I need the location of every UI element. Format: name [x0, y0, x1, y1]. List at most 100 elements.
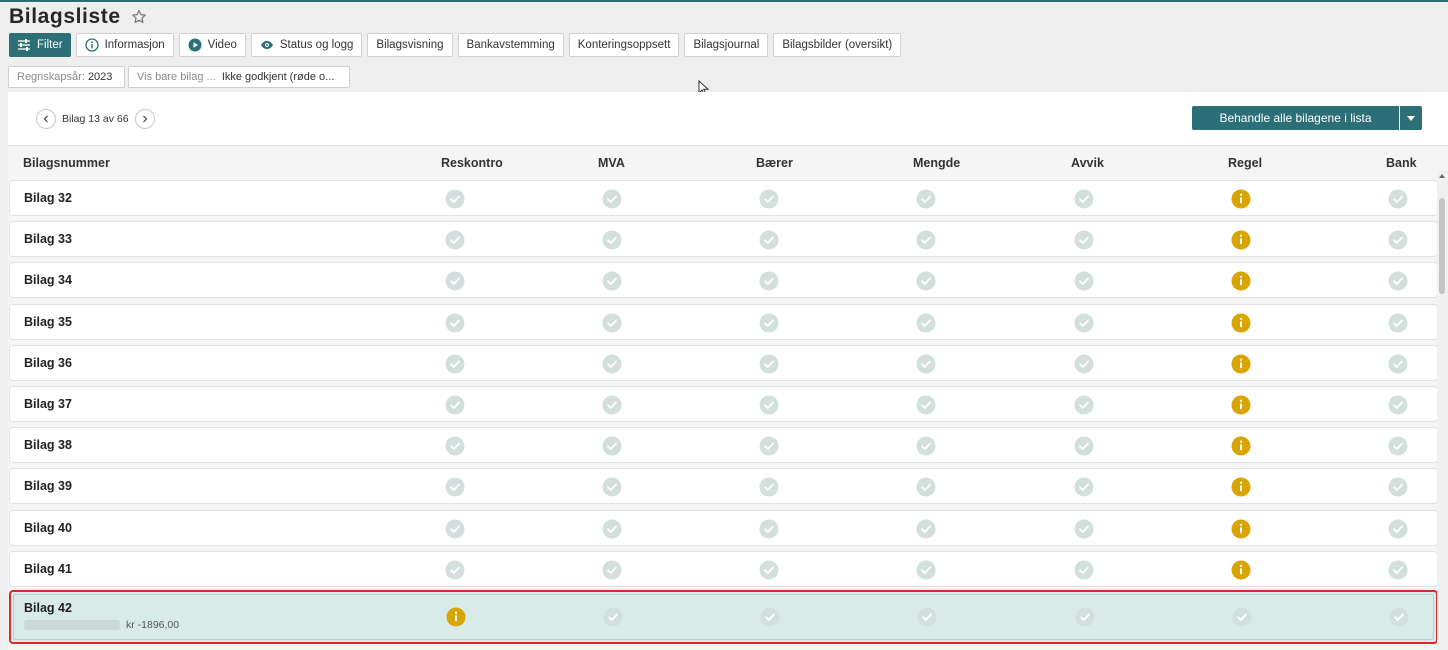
check-icon[interactable]	[602, 519, 622, 539]
check-icon[interactable]	[759, 230, 779, 250]
bulk-dropdown-button[interactable]	[1400, 106, 1422, 130]
warning-icon[interactable]	[1231, 313, 1251, 333]
table-row[interactable]: Bilag 37	[9, 386, 1438, 422]
check-icon[interactable]	[916, 395, 936, 415]
check-icon[interactable]	[759, 313, 779, 333]
check-icon[interactable]	[1388, 354, 1408, 374]
warning-icon[interactable]	[1231, 560, 1251, 580]
check-icon[interactable]	[759, 560, 779, 580]
next-page-button[interactable]	[134, 109, 155, 129]
check-icon[interactable]	[1074, 230, 1094, 250]
col-mengde[interactable]: Mengde	[913, 156, 960, 170]
bilagsvisning-button[interactable]: Bilagsvisning	[367, 33, 453, 57]
check-icon[interactable]	[1074, 519, 1094, 539]
check-icon[interactable]	[759, 354, 779, 374]
check-icon[interactable]	[445, 477, 465, 497]
table-row[interactable]: Bilag 36	[9, 345, 1438, 381]
check-icon[interactable]	[445, 395, 465, 415]
check-icon[interactable]	[1074, 477, 1094, 497]
check-icon[interactable]	[760, 607, 780, 627]
warning-icon[interactable]	[1231, 395, 1251, 415]
check-icon[interactable]	[916, 271, 936, 291]
bankavstemming-button[interactable]: Bankavstemming	[457, 33, 564, 57]
filter-button[interactable]: Filter	[9, 33, 71, 57]
bilagsjournal-button[interactable]: Bilagsjournal	[684, 33, 769, 57]
check-icon[interactable]	[1232, 607, 1252, 627]
table-row[interactable]: Bilag 38	[9, 427, 1438, 463]
scrollbar[interactable]	[1437, 170, 1448, 650]
video-button[interactable]: Video	[178, 33, 246, 57]
check-icon[interactable]	[916, 230, 936, 250]
table-row[interactable]: Bilag 32	[9, 180, 1438, 216]
check-icon[interactable]	[1074, 354, 1094, 374]
check-icon[interactable]	[445, 436, 465, 456]
check-icon[interactable]	[602, 560, 622, 580]
table-row[interactable]: Bilag 35	[9, 304, 1438, 340]
check-icon[interactable]	[1075, 607, 1095, 627]
check-icon[interactable]	[1388, 560, 1408, 580]
col-bilagsnummer[interactable]: Bilagsnummer	[23, 156, 110, 170]
scroll-up-arrow-icon[interactable]	[1439, 174, 1445, 178]
check-icon[interactable]	[1388, 436, 1408, 456]
check-icon[interactable]	[445, 230, 465, 250]
col-baerer[interactable]: Bærer	[756, 156, 793, 170]
check-icon[interactable]	[916, 354, 936, 374]
check-icon[interactable]	[916, 189, 936, 209]
check-icon[interactable]	[603, 607, 623, 627]
check-icon[interactable]	[602, 477, 622, 497]
warning-icon[interactable]	[1231, 354, 1251, 374]
star-icon[interactable]	[131, 9, 147, 25]
bilagsbilder-button[interactable]: Bilagsbilder (oversikt)	[773, 33, 902, 57]
warning-icon[interactable]	[1231, 436, 1251, 456]
check-icon[interactable]	[445, 354, 465, 374]
check-icon[interactable]	[1388, 271, 1408, 291]
check-icon[interactable]	[759, 436, 779, 456]
prev-page-button[interactable]	[36, 109, 56, 129]
table-row[interactable]: Bilag 42 kr -1896,00	[9, 590, 1438, 644]
konteringsoppsett-button[interactable]: Konteringsoppsett	[568, 33, 680, 57]
warning-icon[interactable]	[446, 607, 466, 627]
check-icon[interactable]	[916, 477, 936, 497]
check-icon[interactable]	[602, 354, 622, 374]
warning-icon[interactable]	[1231, 189, 1251, 209]
check-icon[interactable]	[1074, 560, 1094, 580]
check-icon[interactable]	[1388, 189, 1408, 209]
check-icon[interactable]	[445, 189, 465, 209]
check-icon[interactable]	[917, 607, 937, 627]
warning-icon[interactable]	[1231, 271, 1251, 291]
check-icon[interactable]	[602, 271, 622, 291]
table-row[interactable]: Bilag 33	[9, 221, 1438, 257]
warning-icon[interactable]	[1231, 230, 1251, 250]
check-icon[interactable]	[602, 395, 622, 415]
scroll-thumb[interactable]	[1439, 198, 1445, 294]
check-icon[interactable]	[1389, 607, 1409, 627]
check-icon[interactable]	[445, 519, 465, 539]
check-icon[interactable]	[1388, 313, 1408, 333]
check-icon[interactable]	[1388, 477, 1408, 497]
check-icon[interactable]	[759, 395, 779, 415]
check-icon[interactable]	[1074, 189, 1094, 209]
check-icon[interactable]	[759, 519, 779, 539]
check-icon[interactable]	[1074, 271, 1094, 291]
check-icon[interactable]	[759, 189, 779, 209]
table-row[interactable]: Bilag 39	[9, 468, 1438, 504]
check-icon[interactable]	[759, 477, 779, 497]
show-filter[interactable]: Vis bare bilag ... Ikke godkjent (røde o…	[128, 66, 350, 88]
check-icon[interactable]	[445, 560, 465, 580]
warning-icon[interactable]	[1231, 477, 1251, 497]
warning-icon[interactable]	[1231, 519, 1251, 539]
check-icon[interactable]	[1388, 230, 1408, 250]
bulk-process-button[interactable]: Behandle alle bilagene i lista	[1192, 106, 1399, 130]
check-icon[interactable]	[445, 313, 465, 333]
table-row[interactable]: Bilag 40	[9, 510, 1438, 546]
col-regel[interactable]: Regel	[1228, 156, 1262, 170]
col-reskontro[interactable]: Reskontro	[441, 156, 503, 170]
check-icon[interactable]	[602, 189, 622, 209]
check-icon[interactable]	[602, 230, 622, 250]
check-icon[interactable]	[1388, 519, 1408, 539]
check-icon[interactable]	[916, 313, 936, 333]
check-icon[interactable]	[1388, 395, 1408, 415]
status-log-button[interactable]: Status og logg	[250, 33, 363, 57]
check-icon[interactable]	[1074, 395, 1094, 415]
table-row[interactable]: Bilag 34	[9, 262, 1438, 298]
